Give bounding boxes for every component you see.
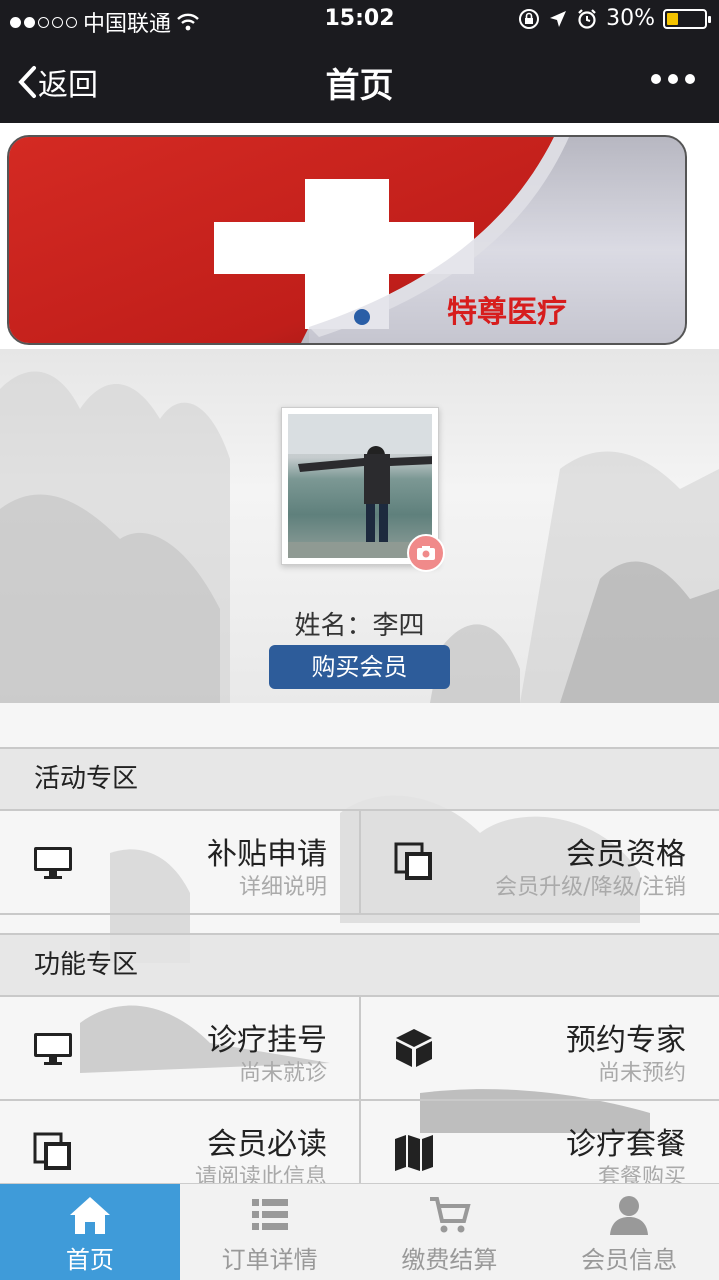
map-icon: [395, 1135, 433, 1171]
list-icon: [251, 1199, 288, 1230]
tab-label: 首页: [65, 1246, 114, 1274]
banner-title: 特尊医疗: [447, 295, 567, 330]
member-name: 姓名：李四: [294, 611, 425, 641]
item-title: 诊疗套餐: [566, 1127, 686, 1162]
tab-member-info[interactable]: 会员信息: [539, 1184, 719, 1280]
tab-payment[interactable]: 缴费结算: [360, 1184, 540, 1280]
item-subtitle: 请阅读此信息: [194, 1165, 327, 1183]
tab-home[interactable]: 首页: [0, 1184, 180, 1280]
item-title: 诊疗挂号: [207, 1023, 327, 1058]
banner-slide[interactable]: 特尊医疗: [7, 135, 687, 345]
function-row-2: 会员必读 请阅读此信息 诊疗套餐 套餐购买: [0, 1101, 719, 1183]
nav-bar: 返回 首页: [0, 40, 719, 123]
item-title: 补贴申请: [207, 837, 327, 872]
activity-section-header: 活动专区: [0, 747, 719, 811]
tab-label: 缴费结算: [401, 1246, 498, 1274]
banner-area: 特尊医疗: [0, 123, 719, 349]
item-subtitle: 尚未预约: [597, 1061, 686, 1086]
battery-percent: 30%: [606, 6, 655, 31]
profile-panel: 姓名：李四 购买会员: [0, 349, 719, 703]
book-expert-item[interactable]: 预约专家 尚未预约: [359, 997, 718, 1099]
rotation-lock-icon: [519, 8, 540, 29]
function-row-1: 诊疗挂号 尚未就诊 预约专家 尚未预约: [0, 997, 719, 1101]
cart-icon: [430, 1197, 471, 1233]
registration-item[interactable]: 诊疗挂号 尚未就诊: [0, 997, 359, 1099]
tab-label: 会员信息: [581, 1246, 678, 1274]
subsidy-apply-item[interactable]: 补贴申请 详细说明: [0, 811, 359, 913]
person-photo-graphic: [288, 414, 432, 558]
location-icon: [550, 10, 567, 27]
status-bar: 中国联通 15:02 30%: [0, 0, 719, 40]
more-dot-icon: [651, 74, 661, 84]
member-notice-item[interactable]: 会员必读 请阅读此信息: [0, 1101, 359, 1183]
membership-qualification-item[interactable]: 会员资格 会员升级/降级/注销: [359, 811, 718, 913]
red-cross-graphic: [9, 137, 685, 343]
buy-membership-button[interactable]: 购买会员: [269, 645, 450, 689]
home-icon: [69, 1197, 110, 1234]
alarm-icon: [578, 8, 596, 29]
cube-icon: [396, 1029, 432, 1067]
camera-icon[interactable]: [407, 534, 445, 572]
item-subtitle: 详细说明: [238, 875, 327, 900]
item-subtitle: 会员升级/降级/注销: [495, 875, 686, 900]
carousel-indicator[interactable]: [354, 309, 370, 325]
main-content: 活动专区 补贴申请 详细说明 会员资格 会员升级/降级/注销 功能专区 诊疗挂号…: [0, 703, 719, 1183]
more-button[interactable]: [651, 74, 695, 84]
avatar-photo: [288, 414, 432, 558]
bottom-tab-bar: 首页 订单详情 缴费结算 会员信息: [0, 1183, 719, 1280]
tab-label: 订单详情: [221, 1246, 318, 1274]
user-icon: [610, 1196, 649, 1235]
battery-icon: [663, 8, 711, 29]
item-title: 预约专家: [566, 1023, 686, 1058]
copy-icon: [33, 1132, 71, 1170]
tab-order-details[interactable]: 订单详情: [180, 1184, 360, 1280]
item-title: 会员必读: [207, 1127, 327, 1162]
treatment-package-item[interactable]: 诊疗套餐 套餐购买: [359, 1101, 718, 1183]
item-title: 会员资格: [566, 837, 686, 872]
item-subtitle: 套餐购买: [597, 1165, 686, 1183]
function-section-header: 功能专区: [0, 933, 719, 997]
item-subtitle: 尚未就诊: [238, 1061, 327, 1086]
copy-icon: [394, 842, 432, 880]
monitor-icon: [34, 1033, 72, 1065]
monitor-icon: [34, 847, 72, 879]
status-right: 30%: [518, 6, 711, 31]
activity-row: 补贴申请 详细说明 会员资格 会员升级/降级/注销: [0, 811, 719, 915]
page-title: 首页: [325, 66, 394, 106]
